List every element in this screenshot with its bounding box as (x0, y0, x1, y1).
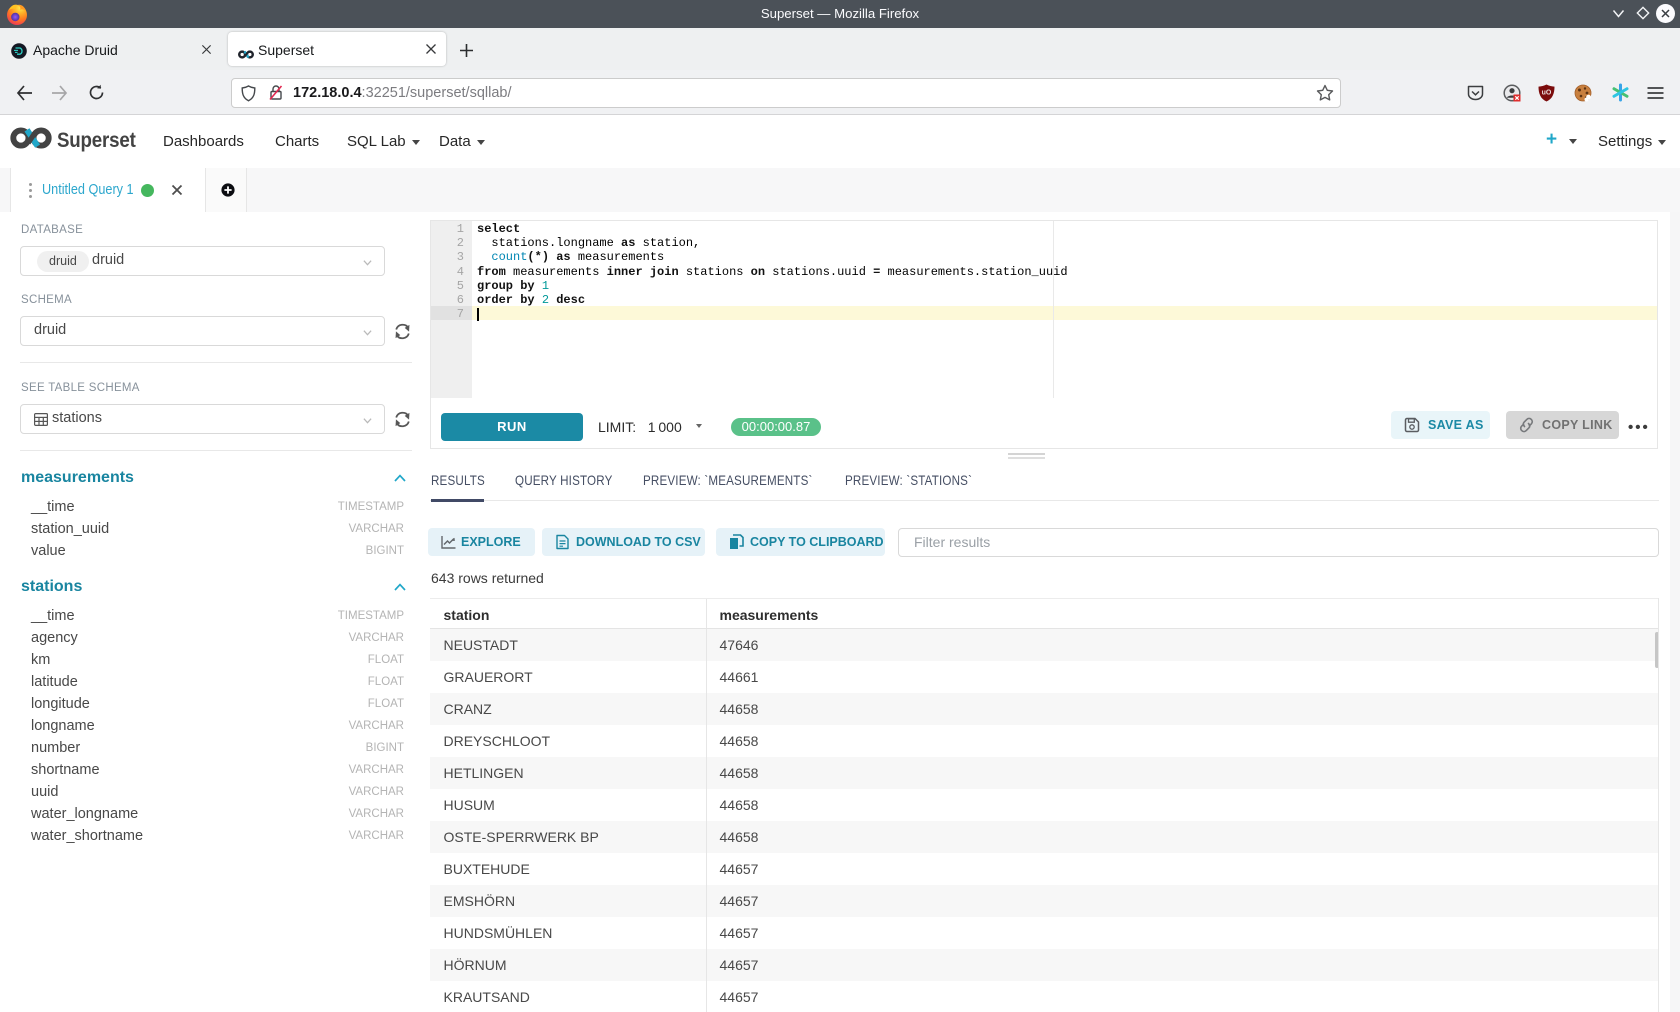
svg-text:uO: uO (1542, 90, 1552, 97)
